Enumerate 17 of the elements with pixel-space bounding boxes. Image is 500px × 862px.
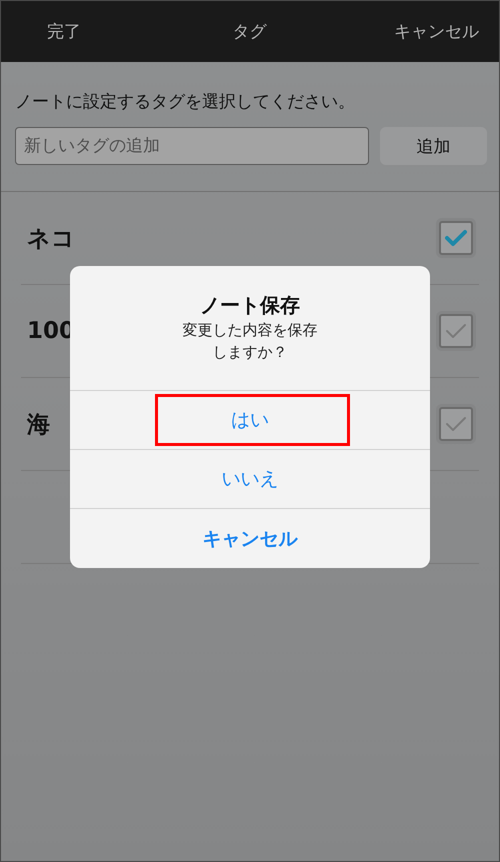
- new-tag-field[interactable]: 新しいタグの追加: [15, 127, 369, 165]
- cancel-button[interactable]: キャンセル: [394, 20, 479, 43]
- dialog-option-button[interactable]: キャンセル: [70, 509, 430, 568]
- screen-title: タグ: [232, 21, 266, 43]
- dialog-option-button[interactable]: いいえ: [70, 450, 430, 509]
- instruction-text: ノートに設定するタグを選択してください。: [15, 91, 356, 113]
- dialog-option-button[interactable]: はい: [70, 391, 430, 450]
- tag-name: ネコ: [27, 224, 75, 254]
- done-button[interactable]: 完了: [47, 20, 81, 43]
- tag-checkbox[interactable]: [439, 314, 473, 348]
- tag-checkbox[interactable]: [439, 221, 473, 255]
- dialog-message: しますか？: [212, 342, 288, 363]
- dialog-message: 変更した内容を保存: [182, 320, 318, 341]
- tag-name: 海: [27, 410, 50, 440]
- tag-checkbox[interactable]: [439, 407, 473, 441]
- add-button[interactable]: 追加: [380, 127, 487, 165]
- dialog-title: ノート保存: [200, 292, 300, 319]
